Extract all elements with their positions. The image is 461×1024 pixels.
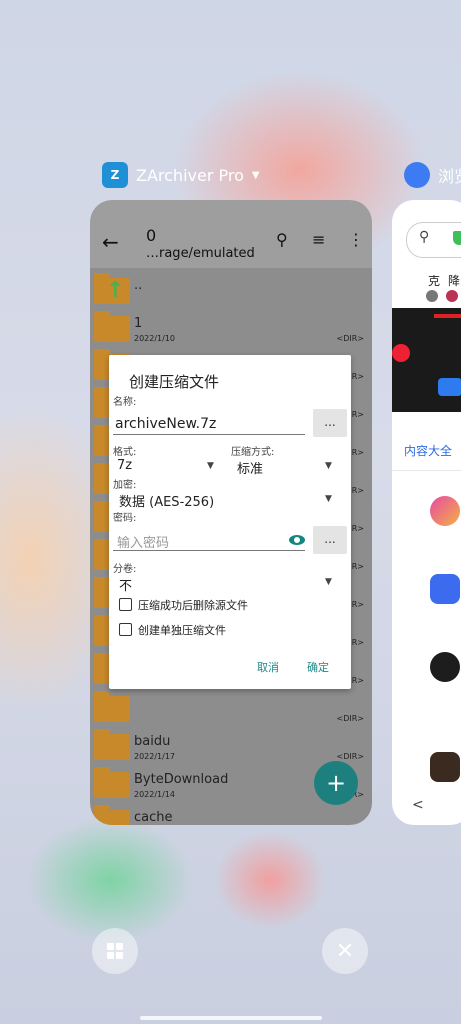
file-name: ByteDownload [134,772,229,787]
app-icon[interactable] [430,574,460,604]
file-name: cache [134,810,173,825]
archive-name-input[interactable]: archiveNew.7z [115,416,216,432]
search-icon[interactable]: ⚲ [276,230,288,249]
app-icon[interactable] [430,752,460,782]
cancel-button[interactable]: 取消 [257,659,279,675]
browser-label-1: 克 [428,274,441,288]
file-date: 2022/1/17 [134,752,176,761]
dir-tag: <DIR> [336,714,364,723]
tab-content[interactable]: 内容大全 [404,442,452,459]
delete-source-label: 压缩成功后删除源文件 [138,599,248,612]
browse-path-button[interactable]: ... [313,409,347,437]
dialog-title: 创建压缩文件 [129,373,220,391]
back-nav-icon[interactable]: < [412,797,424,813]
list-view-icon[interactable]: ≡ [312,230,325,249]
browser-label-2: 降 [448,274,461,288]
format-label: 格式: [113,447,137,458]
current-path[interactable]: …rage/emulated [146,246,255,261]
browser-banner[interactable] [392,308,461,412]
format-dropdown-icon[interactable]: ▼ [207,461,214,471]
search-icon: ⚲ [419,229,430,245]
folder-icon [94,691,130,722]
zarchiver-title: ZArchiver Pro [136,165,244,185]
encrypt-select[interactable]: 数据 (AES-256) [119,491,214,510]
up-arrow-icon: ↑ [106,278,125,303]
file-date: 2022/1/10 [134,334,176,343]
file-name: .. [134,278,143,293]
separate-archive-checkbox[interactable] [119,623,132,636]
encrypt-dropdown-icon[interactable]: ▼ [325,494,332,504]
app-icon[interactable] [430,496,460,526]
close-icon[interactable]: ✕ [322,928,368,974]
file-date: 2022/1/14 [134,790,176,799]
folder-icon [94,311,130,342]
browser-app-label[interactable]: 浏览 [404,162,461,188]
browser-card[interactable]: ⚲ 克 降 内容大全 < [392,200,461,825]
dir-tag: <DIR> [336,752,364,761]
name-label: 名称: [113,397,137,408]
file-row[interactable]: baidu 2022/1/17 <DIR> [90,724,372,762]
logo-icon [434,314,461,340]
play-icon [392,344,410,362]
format-select[interactable]: 7z [117,458,132,473]
file-name: baidu [134,734,171,749]
name-underline [113,434,305,435]
add-fab-button[interactable]: + [314,761,358,805]
split-label: 分卷: [113,564,137,575]
password-underline [113,550,305,551]
file-row[interactable]: <DIR> [90,686,372,724]
selected-count: 0 [146,226,157,245]
eye-icon[interactable] [289,535,305,545]
encrypt-label: 加密: [113,480,137,491]
create-archive-dialog: 创建压缩文件 名称: archiveNew.7z ... 格式: 7z ▼ 压缩… [109,355,351,689]
browser-icon [404,162,430,188]
split-dropdown-icon[interactable]: ▼ [325,577,332,587]
back-arrow-icon[interactable]: ← [102,230,119,254]
folder-icon [94,767,130,798]
folder-icon [94,729,130,760]
password-label: 密码: [113,513,137,524]
zarchiver-icon: Z [102,162,128,188]
file-name: 1 [134,316,143,331]
avatar-icon [446,290,458,302]
logo-icon [438,378,461,396]
password-input[interactable]: 输入密码 [117,532,169,551]
shield-icon [453,231,461,245]
method-label: 压缩方式: [231,447,275,458]
zarchiver-app-label[interactable]: Z ZArchiver Pro ▼ [102,162,260,188]
password-options-button[interactable]: ... [313,526,347,554]
method-dropdown-icon[interactable]: ▼ [325,461,332,471]
browser-title: 浏览 [438,167,461,186]
dir-tag: <DIR> [336,334,364,343]
grid-glyph [107,943,123,959]
app-icon[interactable] [430,652,460,682]
avatar-icon [426,290,438,302]
split-select[interactable]: 不 [119,575,132,594]
file-row[interactable]: 1 2022/1/10 <DIR> [90,306,372,344]
chevron-down-icon[interactable]: ▼ [252,170,260,181]
folder-icon [94,805,130,825]
browser-search-bar[interactable]: ⚲ [406,222,461,258]
method-select[interactable]: 标准 [237,458,263,477]
divider [392,470,461,471]
more-menu-icon[interactable]: ⋮ [348,230,364,249]
grid-icon[interactable] [92,928,138,974]
ok-button[interactable]: 确定 [307,659,329,675]
file-row[interactable]: ↑.. [90,268,372,306]
separate-archive-label: 创建单独压缩文件 [138,624,226,637]
home-indicator[interactable] [140,1016,322,1020]
delete-source-checkbox[interactable] [119,598,132,611]
